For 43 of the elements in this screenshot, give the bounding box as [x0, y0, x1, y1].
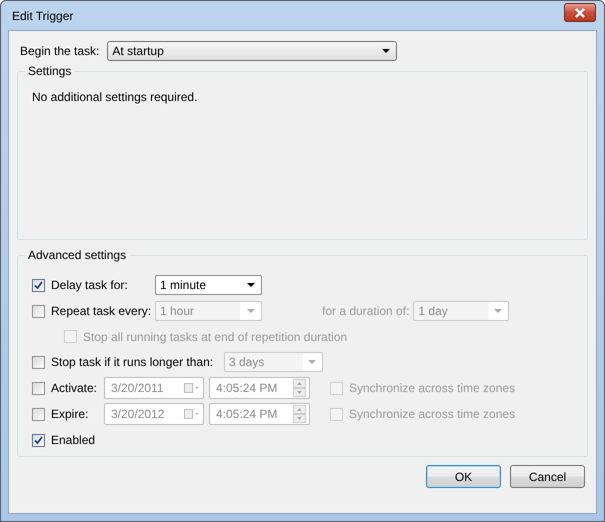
option-label: Stop task if it runs longer than: [51, 355, 214, 369]
caret-icon [308, 360, 316, 364]
option-label: Activate: [51, 381, 98, 395]
option-label: Expire: [51, 407, 88, 421]
duration-label: for a duration of: [322, 304, 410, 318]
delay-dropdown[interactable]: 1 minute [155, 275, 262, 295]
option-label: Repeat task every: [51, 304, 152, 318]
caret-icon [382, 49, 390, 53]
date-picker[interactable]: 3/20/2012 [104, 403, 204, 425]
duration-dropdown[interactable]: 1 day [413, 301, 510, 321]
group-title: Advanced settings [27, 248, 128, 262]
option-label: Delay task for: [51, 278, 128, 292]
settings-message: No additional settings required. [32, 90, 198, 104]
ok-button[interactable]: OK [426, 465, 501, 488]
spinner-icon [293, 379, 306, 397]
caret-icon [247, 283, 255, 287]
repeat-dropdown[interactable]: 1 hour [155, 301, 262, 321]
checkbox[interactable] [32, 382, 45, 394]
cancel-button[interactable]: Cancel [510, 465, 585, 488]
caret-icon [494, 309, 502, 313]
calendar-icon [184, 409, 200, 419]
caret-icon [247, 309, 255, 313]
checkbox[interactable] [32, 408, 45, 420]
checkbox[interactable] [32, 278, 45, 292]
time-picker[interactable]: 4:05:24 PM [209, 377, 310, 399]
time-picker[interactable]: 4:05:24 PM [209, 403, 310, 425]
window-title: Edit Trigger [11, 8, 74, 22]
close-button[interactable] [564, 3, 596, 22]
close-icon [573, 8, 587, 18]
option-label: Synchronize across time zones [349, 407, 516, 421]
begin-dropdown[interactable]: At startup [107, 41, 398, 61]
checkbox[interactable] [32, 434, 45, 446]
calendar-icon [184, 383, 200, 393]
date-picker[interactable]: 3/20/2011 [104, 377, 204, 399]
option-label: Synchronize across time zones [349, 381, 516, 395]
group-title: Settings [27, 64, 72, 78]
stop-task-dropdown[interactable]: 3 days [224, 352, 323, 372]
checkbox[interactable] [32, 304, 45, 318]
option-label: Enabled [51, 433, 96, 447]
option-label: Stop all running tasks at end of repetition duration [83, 330, 348, 344]
checkbox[interactable] [32, 356, 45, 368]
spinner-icon [293, 405, 306, 423]
begin-label: Begin the task: [20, 44, 100, 58]
